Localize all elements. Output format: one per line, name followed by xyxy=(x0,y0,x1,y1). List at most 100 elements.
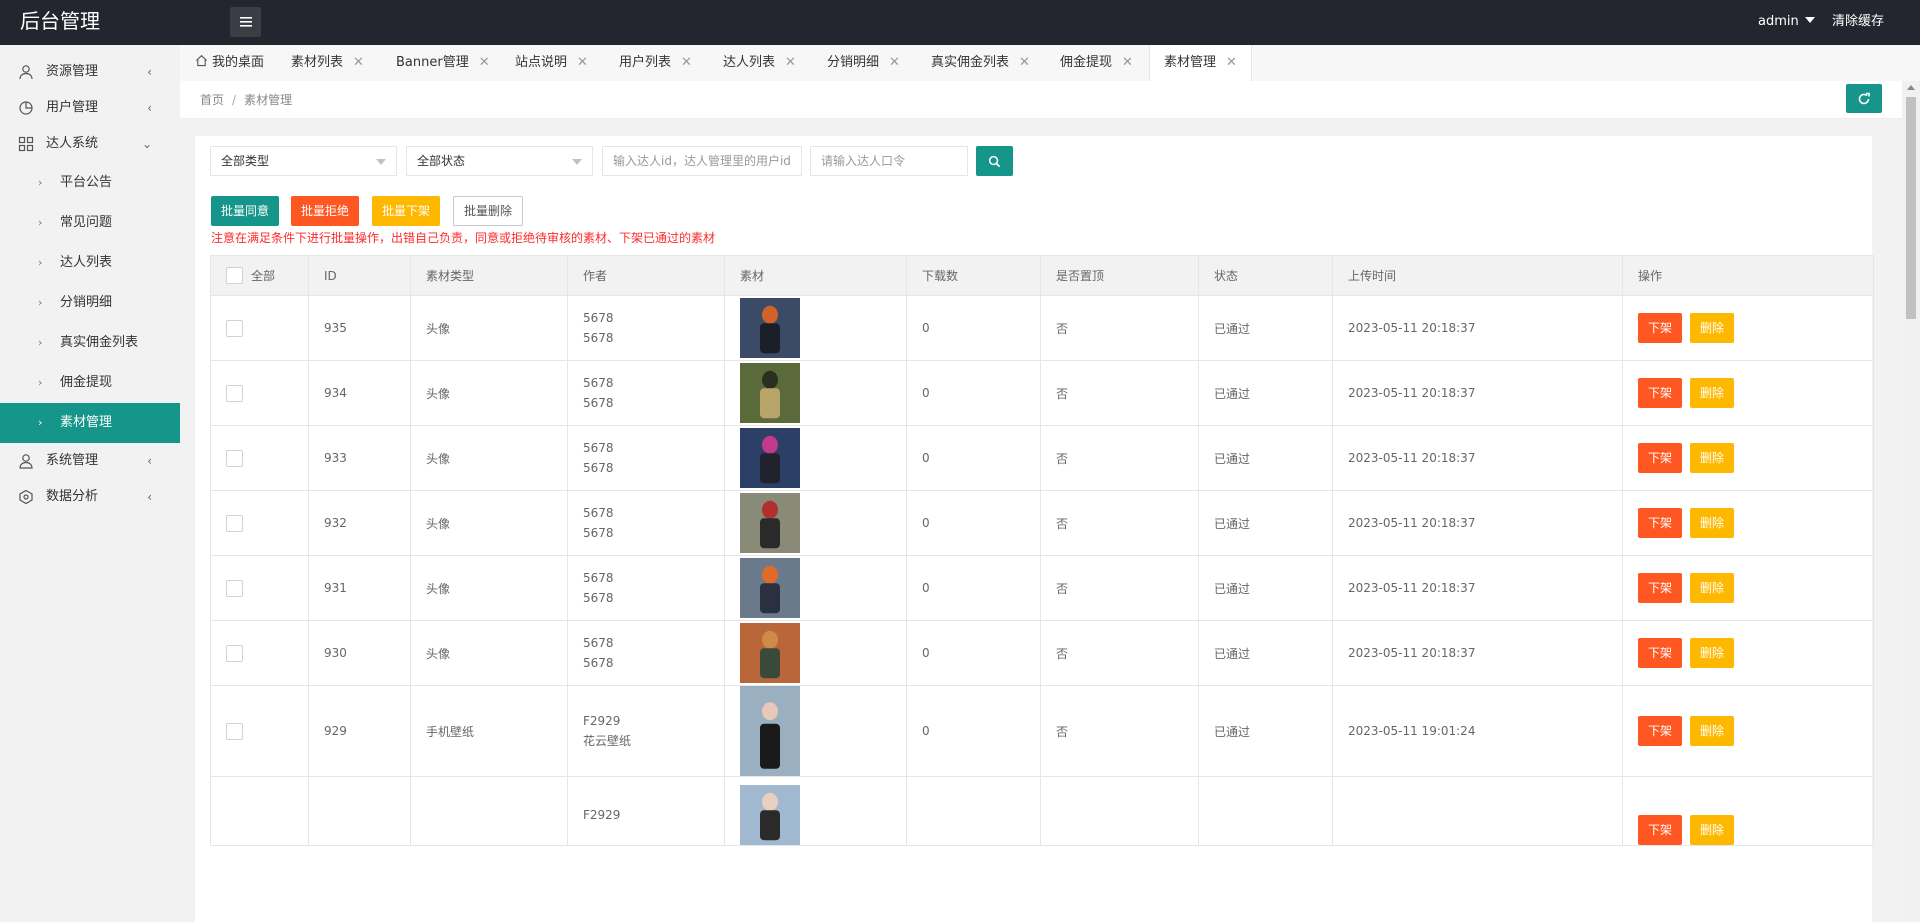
status-select[interactable]: 全部状态 xyxy=(406,146,593,176)
header-label: 全部 xyxy=(251,269,276,283)
page-scrollbar[interactable] xyxy=(1902,81,1920,922)
tab-banner[interactable]: Banner管理 ✕ xyxy=(396,45,490,81)
delete-button[interactable]: 删除 xyxy=(1690,638,1735,668)
material-thumbnail-image[interactable] xyxy=(740,428,800,488)
row-author-line: 5678 xyxy=(583,311,614,325)
delete-button[interactable]: 删除 xyxy=(1690,573,1735,603)
sidebar-sub-distribution[interactable]: › 分销明细 xyxy=(0,283,180,323)
offline-button[interactable]: 下架 xyxy=(1638,815,1683,845)
row-checkbox[interactable] xyxy=(226,722,243,740)
sidebar-item-analysis[interactable]: 数据分析 ‹ xyxy=(0,479,180,515)
row-pinned: 否 xyxy=(1040,620,1199,686)
code-input[interactable] xyxy=(810,146,968,176)
search-button[interactable] xyxy=(976,146,1013,176)
row-time: 2023-05-11 19:01:24 xyxy=(1332,685,1623,777)
row-type: 头像 xyxy=(410,620,568,686)
sidebar-sub-material[interactable]: › 素材管理 xyxy=(0,403,180,443)
close-icon[interactable]: ✕ xyxy=(785,55,796,70)
close-icon[interactable]: ✕ xyxy=(353,55,364,70)
grid-icon xyxy=(18,136,34,152)
sidebar-sub-influencer-list[interactable]: › 达人列表 xyxy=(0,243,180,283)
delete-button[interactable]: 删除 xyxy=(1690,508,1735,538)
header-select-all[interactable]: 全部 xyxy=(210,255,309,296)
material-thumbnail-image[interactable] xyxy=(740,558,800,618)
tab-material-list[interactable]: 素材列表 ✕ xyxy=(291,45,364,81)
row-downloads: 0 xyxy=(906,685,1041,777)
close-icon[interactable]: ✕ xyxy=(889,55,900,70)
offline-button[interactable]: 下架 xyxy=(1638,508,1683,538)
row-author-line: 5678 xyxy=(583,526,614,540)
sidebar-sub-faq[interactable]: › 常见问题 xyxy=(0,203,180,243)
row-checkbox[interactable] xyxy=(226,644,243,662)
row-checkbox[interactable] xyxy=(226,319,243,337)
sidebar-item-users[interactable]: 用户管理 ‹ xyxy=(0,90,180,126)
tab-commission-list[interactable]: 真实佣金列表 ✕ xyxy=(931,45,1030,81)
tab-material-manage[interactable]: 素材管理 ✕ xyxy=(1149,45,1252,81)
tab-influencer-list[interactable]: 达人列表 ✕ xyxy=(723,45,796,81)
tab-distribution[interactable]: 分销明细 ✕ xyxy=(827,45,900,81)
table-row: 933 头像 5678 5678 0 否 已通过 2023-05-11 20:18… xyxy=(210,425,1874,491)
sidebar-item-system[interactable]: 系统管理 ‹ xyxy=(0,443,180,479)
close-icon[interactable]: ✕ xyxy=(681,55,692,70)
scroll-up-arrow-icon[interactable] xyxy=(1907,85,1915,90)
row-checkbox[interactable] xyxy=(226,384,243,402)
close-icon[interactable]: ✕ xyxy=(1122,55,1133,70)
tab-label: 站点说明 xyxy=(515,55,568,70)
sidebar-item-resources[interactable]: 资源管理 ‹ xyxy=(0,54,180,90)
tab-user-list[interactable]: 用户列表 ✕ xyxy=(619,45,692,81)
row-checkbox[interactable] xyxy=(226,514,243,532)
sidebar-item-influencer[interactable]: 达人系统 ⌄ xyxy=(0,126,180,162)
batch-approve-button[interactable]: 批量同意 xyxy=(211,196,280,226)
header-material: 素材 xyxy=(724,255,907,296)
scroll-thumb[interactable] xyxy=(1906,97,1916,319)
tab-desktop[interactable]: 我的桌面 xyxy=(195,45,264,81)
close-icon[interactable]: ✕ xyxy=(1226,55,1237,70)
menu-toggle-button[interactable] xyxy=(230,7,261,37)
batch-delete-button[interactable]: 批量删除 xyxy=(453,196,524,226)
row-checkbox[interactable] xyxy=(226,579,243,597)
material-thumbnail-image[interactable] xyxy=(740,363,800,423)
refresh-button[interactable] xyxy=(1846,84,1882,113)
close-icon[interactable]: ✕ xyxy=(1019,55,1030,70)
material-thumbnail-image[interactable] xyxy=(740,298,800,358)
select-all-checkbox[interactable] xyxy=(226,267,243,284)
close-icon[interactable]: ✕ xyxy=(479,55,490,70)
tab-withdraw[interactable]: 佣金提现 ✕ xyxy=(1060,45,1133,81)
delete-button[interactable]: 删除 xyxy=(1690,378,1735,408)
sidebar-sub-withdraw[interactable]: › 佣金提现 xyxy=(0,363,180,403)
chevron-right-icon: › xyxy=(38,296,43,309)
chart-icon xyxy=(19,101,33,115)
sidebar-sub-commission-list[interactable]: › 真实佣金列表 xyxy=(0,323,180,363)
type-select[interactable]: 全部类型 xyxy=(210,146,397,176)
row-material xyxy=(724,425,907,491)
close-icon[interactable]: ✕ xyxy=(577,55,588,70)
delete-button[interactable]: 删除 xyxy=(1690,443,1735,473)
delete-button[interactable]: 删除 xyxy=(1690,815,1735,845)
material-thumbnail-image[interactable] xyxy=(740,686,800,776)
batch-offline-button[interactable]: 批量下架 xyxy=(372,196,441,226)
offline-button[interactable]: 下架 xyxy=(1638,638,1683,668)
offline-button[interactable]: 下架 xyxy=(1638,443,1683,473)
material-thumbnail-image[interactable] xyxy=(740,785,800,845)
user-id-input[interactable] xyxy=(602,146,802,176)
header-author: 作者 xyxy=(567,255,725,296)
delete-button[interactable]: 删除 xyxy=(1690,313,1735,343)
sidebar-sub-announcement[interactable]: › 平台公告 xyxy=(0,163,180,203)
user-menu[interactable]: admin xyxy=(1758,0,1815,43)
offline-button[interactable]: 下架 xyxy=(1638,313,1683,343)
row-checkbox[interactable] xyxy=(226,449,243,467)
material-thumbnail-image[interactable] xyxy=(740,493,800,553)
header-status: 状态 xyxy=(1198,255,1333,296)
offline-button[interactable]: 下架 xyxy=(1638,573,1683,603)
clear-cache-link[interactable]: 清除缓存 xyxy=(1832,0,1884,43)
row-status: 已通过 xyxy=(1198,555,1333,621)
material-thumbnail-image[interactable] xyxy=(740,623,800,683)
tab-site-info[interactable]: 站点说明 ✕ xyxy=(515,45,588,81)
delete-button[interactable]: 删除 xyxy=(1690,716,1735,746)
offline-button[interactable]: 下架 xyxy=(1638,378,1683,408)
offline-button[interactable]: 下架 xyxy=(1638,716,1683,746)
breadcrumb-home[interactable]: 首页 xyxy=(200,93,224,107)
row-status xyxy=(1198,776,1333,846)
table-row: 935 头像 5678 5678 0 否 已通过 2023-05-11 20:18… xyxy=(210,295,1874,361)
batch-reject-button[interactable]: 批量拒绝 xyxy=(291,196,360,226)
